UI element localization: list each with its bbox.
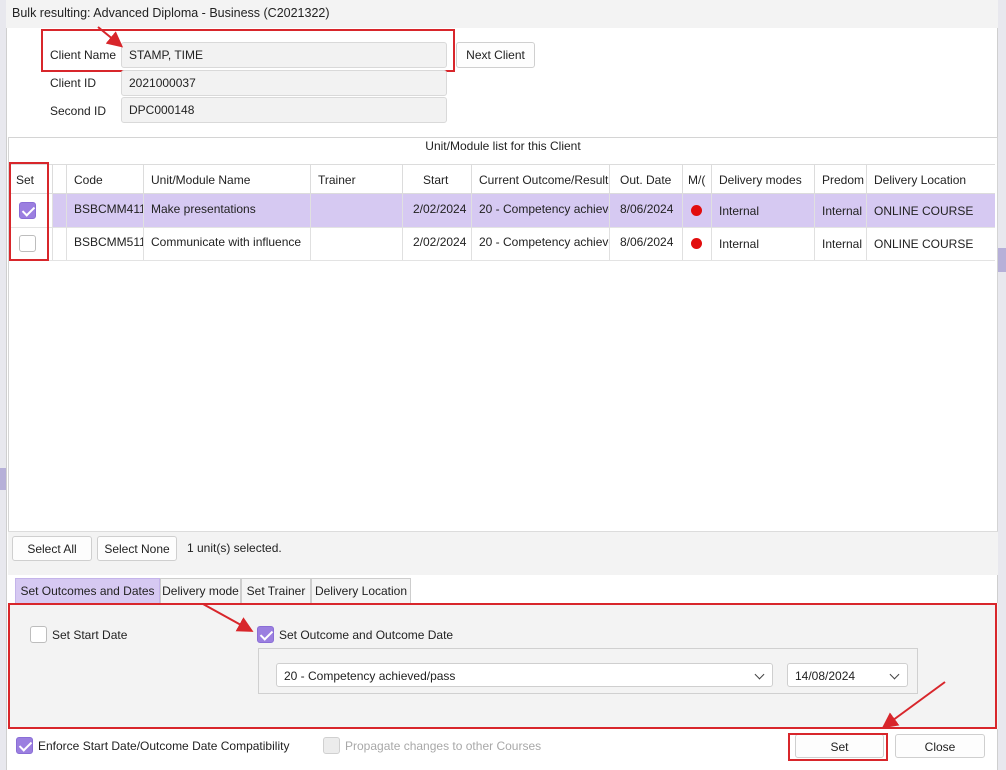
arrow-to-client-name — [97, 26, 124, 48]
arrow-to-set-outcome — [202, 603, 254, 632]
arrow-to-set-button — [881, 681, 946, 729]
annotation-arrows — [97, 26, 946, 729]
